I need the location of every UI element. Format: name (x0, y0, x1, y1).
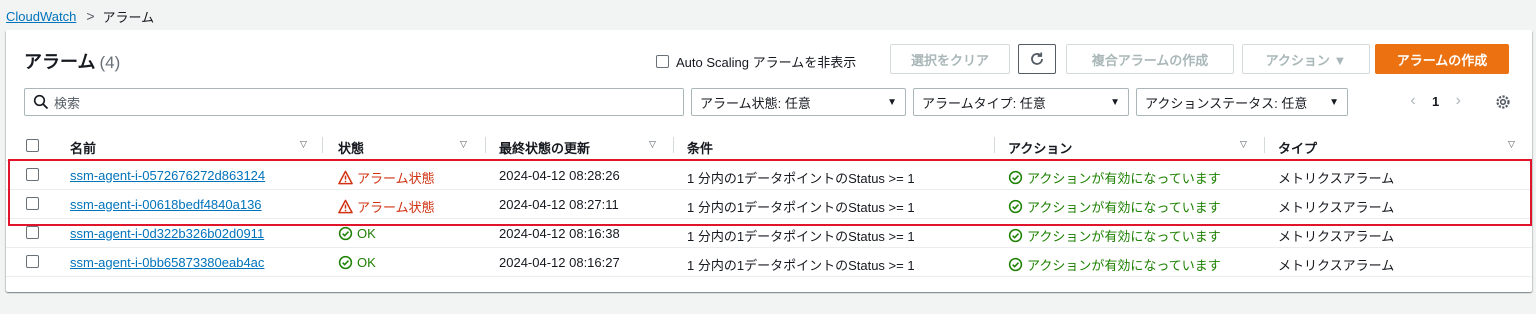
updated-cell: 2024-04-12 08:16:27 (485, 247, 673, 277)
caret-down-icon: ▼ (1110, 96, 1120, 108)
state-cell: OK (322, 247, 485, 277)
table-header-row: 名前 ▽ 状態 ▽ 最終状態の更新 ▽ 条件 アクション ▽ タイプ ▽ (6, 130, 1532, 161)
alarm-type: メトリクスアラーム (1278, 257, 1395, 273)
action-status-filter-label: アクションステータス: 任意 (1145, 95, 1308, 111)
chevron-right-icon: > (86, 8, 95, 24)
page-title: アラーム (4) (24, 48, 120, 74)
alarm-state-filter-label: アラーム状態: 任意 (700, 95, 811, 111)
row-checkbox[interactable] (26, 254, 39, 268)
gear-icon[interactable] (1495, 94, 1511, 110)
action-status-filter[interactable]: アクションステータス: 任意 ▼ (1136, 88, 1348, 116)
condition-text: 1 分内の1データポイントのStatus >= 1 (687, 228, 915, 244)
current-page[interactable]: 1 (1432, 94, 1439, 109)
alarm-name-link[interactable]: ssm-agent-i-0d322b326b02d0911 (70, 226, 264, 241)
action-status: アクションが有効になっています (1008, 226, 1221, 245)
condition-cell: 1 分内の1データポイントのStatus >= 1 (673, 247, 994, 277)
sort-icon: ▽ (300, 139, 307, 149)
action-cell: アクションが有効になっています (994, 247, 1264, 277)
page-title-text: アラーム (24, 52, 96, 72)
check-circle-icon (338, 255, 353, 269)
refresh-button[interactable] (1018, 44, 1056, 74)
column-state[interactable]: 状態 ▽ (322, 130, 486, 161)
highlight-box (8, 159, 1532, 226)
action-status: アクションが有効になっています (1008, 255, 1221, 274)
alarm-type-filter[interactable]: アラームタイプ: 任意 ▼ (913, 88, 1129, 116)
row-select-cell (6, 247, 56, 277)
search-placeholder: 検索 (54, 95, 81, 111)
create-alarm-button[interactable]: アラームの作成 (1375, 44, 1509, 74)
alarm-count: (4) (99, 53, 121, 72)
column-name[interactable]: 名前 ▽ (56, 130, 323, 161)
hide-autoscaling-toggle[interactable]: Auto Scaling アラームを非表示 (656, 52, 856, 71)
search-icon (33, 94, 49, 110)
column-condition: 条件 (673, 130, 994, 161)
column-type[interactable]: タイプ ▽ (1264, 130, 1532, 161)
row-checkbox[interactable] (26, 225, 39, 239)
check-circle-icon (1008, 228, 1023, 242)
alarm-state-filter[interactable]: アラーム状態: 任意 ▼ (691, 88, 906, 116)
caret-down-icon: ▼ (887, 96, 897, 108)
alarm-type: メトリクスアラーム (1278, 228, 1395, 244)
previous-page-icon[interactable]: ‹ (1404, 92, 1422, 110)
column-actions[interactable]: アクション ▽ (994, 130, 1265, 161)
last-updated: 2024-04-12 08:16:27 (499, 254, 620, 270)
actions-dropdown-button[interactable]: アクション ▼ (1242, 44, 1370, 74)
condition-text: 1 分内の1データポイントのStatus >= 1 (687, 257, 915, 273)
sort-icon: ▽ (1240, 139, 1247, 149)
refresh-icon (1031, 52, 1043, 65)
sort-icon: ▽ (460, 139, 467, 149)
state-value: OK (338, 255, 376, 270)
breadcrumb: CloudWatch > アラーム (6, 6, 154, 26)
sort-icon: ▽ (1508, 139, 1515, 149)
create-composite-alarm-button[interactable]: 複合アラームの作成 (1066, 44, 1234, 74)
select-all-checkbox[interactable] (26, 139, 39, 152)
type-cell: メトリクスアラーム (1264, 247, 1532, 277)
breadcrumb-cloudwatch-link[interactable]: CloudWatch (6, 9, 76, 24)
last-updated: 2024-04-12 08:16:38 (499, 225, 620, 241)
breadcrumb-current: アラーム (102, 9, 155, 25)
pagination: ‹ 1 › (1404, 92, 1467, 110)
state-value: OK (338, 226, 376, 241)
hide-autoscaling-checkbox[interactable] (656, 55, 669, 68)
hide-autoscaling-label: Auto Scaling アラームを非表示 (676, 55, 857, 70)
select-all-header (6, 130, 56, 161)
column-last-update[interactable]: 最終状態の更新 ▽ (485, 130, 674, 161)
clear-selection-button[interactable]: 選択をクリア (890, 44, 1010, 74)
search-input[interactable]: 検索 (24, 88, 684, 116)
table-row[interactable]: ssm-agent-i-0bb65873380eab4ac OK 2024-04-1… (6, 247, 1532, 277)
alarm-name-link[interactable]: ssm-agent-i-0bb65873380eab4ac (70, 255, 264, 270)
sort-icon: ▽ (649, 139, 656, 149)
caret-down-icon: ▼ (1329, 96, 1339, 108)
name-cell: ssm-agent-i-0bb65873380eab4ac (56, 247, 322, 277)
check-circle-icon (1008, 257, 1023, 271)
check-circle-icon (338, 226, 353, 240)
alarm-type-filter-label: アラームタイプ: 任意 (922, 95, 1046, 111)
next-page-icon[interactable]: › (1449, 92, 1467, 110)
